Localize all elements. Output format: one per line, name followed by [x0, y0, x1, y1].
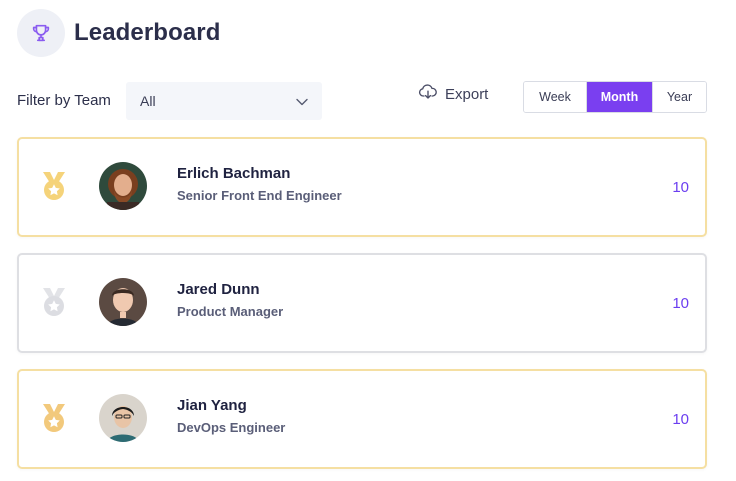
leaderboard-page: Leaderboard Filter by Team All Export We… — [0, 0, 736, 481]
entry-name: Jian Yang — [177, 397, 247, 414]
avatar — [99, 394, 147, 442]
period-year-button[interactable]: Year — [652, 82, 706, 112]
filter-label: Filter by Team — [17, 92, 111, 109]
entry-role: Senior Front End Engineer — [177, 188, 342, 203]
chevron-down-icon — [296, 93, 308, 109]
period-month-button[interactable]: Month — [586, 82, 652, 112]
entry-score: 10 — [672, 179, 689, 196]
page-header: Leaderboard — [17, 9, 220, 57]
page-title: Leaderboard — [74, 19, 221, 46]
entry-role: Product Manager — [177, 304, 284, 319]
export-button[interactable]: Export — [418, 84, 488, 104]
avatar — [99, 162, 147, 210]
entry-score: 10 — [672, 295, 689, 312]
avatar — [99, 278, 147, 326]
team-filter-value: All — [140, 93, 156, 109]
export-label: Export — [445, 85, 489, 103]
leaderboard-entry[interactable]: Erlich Bachman Senior Front End Engineer… — [17, 137, 707, 237]
entry-score: 10 — [672, 411, 689, 428]
silver-medal-icon — [37, 285, 71, 324]
gold-medal-icon — [37, 169, 71, 208]
period-toggle: Week Month Year — [523, 81, 707, 113]
leaderboard-entry[interactable]: Jian Yang DevOps Engineer 10 — [17, 369, 707, 469]
bronze-medal-icon — [37, 401, 71, 440]
entry-name: Jared Dunn — [177, 281, 260, 298]
team-filter-select[interactable]: All — [126, 82, 322, 120]
cloud-download-icon — [418, 84, 438, 104]
leaderboard-entry[interactable]: Jared Dunn Product Manager 10 — [17, 253, 707, 353]
period-week-button[interactable]: Week — [524, 82, 586, 112]
entry-role: DevOps Engineer — [177, 420, 286, 435]
trophy-icon — [17, 9, 65, 57]
entry-name: Erlich Bachman — [177, 165, 291, 182]
